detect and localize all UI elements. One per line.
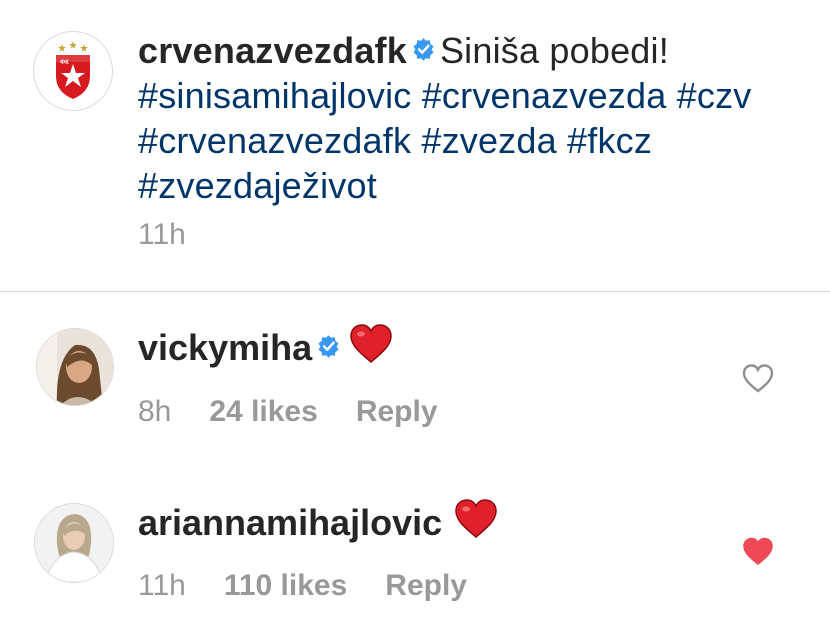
hashtags-line-2[interactable]: #crvenazvezdafk #zvezda #fkcz (138, 120, 652, 161)
hashtags-line-1[interactable]: #sinisamihajlovic #crvenazvezda #czv (138, 75, 751, 116)
post-username[interactable]: crvenazvezdafk (138, 30, 407, 71)
divider (0, 291, 830, 292)
comment-vickymiha: vickymiha (138, 324, 393, 371)
heart-emoji-icon (350, 324, 392, 364)
club-avatar[interactable]: ФК (33, 31, 113, 111)
post-time: 11h (138, 218, 186, 251)
heart-filled-icon[interactable] (741, 535, 775, 567)
hashtags-line-3[interactable]: #zvezdaježivot (138, 165, 377, 206)
comment-time: 11h (138, 569, 186, 602)
post-caption: crvenazvezdafk Siniša pobedi! #sinisamih… (138, 28, 818, 208)
verified-badge-icon (413, 38, 434, 61)
club-crest-icon: ФК (35, 33, 111, 109)
avatar-ariannamihajlovic[interactable] (34, 503, 114, 583)
reply-button[interactable]: Reply (385, 569, 467, 602)
comment-likes[interactable]: 110 likes (224, 569, 347, 602)
heart-emoji-icon (455, 499, 497, 539)
comment-username[interactable]: vickymiha (138, 327, 312, 368)
avatar-vickymiha[interactable] (36, 328, 114, 406)
heart-outline-icon[interactable] (741, 362, 775, 394)
comment-time: 8h (138, 395, 172, 428)
svg-text:ФК: ФК (60, 60, 69, 66)
post-meta: 11h (138, 218, 224, 252)
caption-text: Siniša pobedi! (439, 30, 669, 71)
comment-ariannamihajlovic: ariannamihajlovic (138, 499, 498, 546)
reply-button[interactable]: Reply (356, 395, 438, 428)
comment-likes[interactable]: 24 likes (209, 395, 317, 428)
comment-meta: 8h 24 likes Reply (138, 395, 476, 429)
comment-username[interactable]: ariannamihajlovic (138, 502, 442, 543)
verified-badge-icon (318, 335, 339, 358)
profile-photo-icon (35, 504, 113, 582)
comment-meta: 11h 110 likes Reply (138, 569, 505, 603)
profile-photo-icon (37, 329, 113, 405)
